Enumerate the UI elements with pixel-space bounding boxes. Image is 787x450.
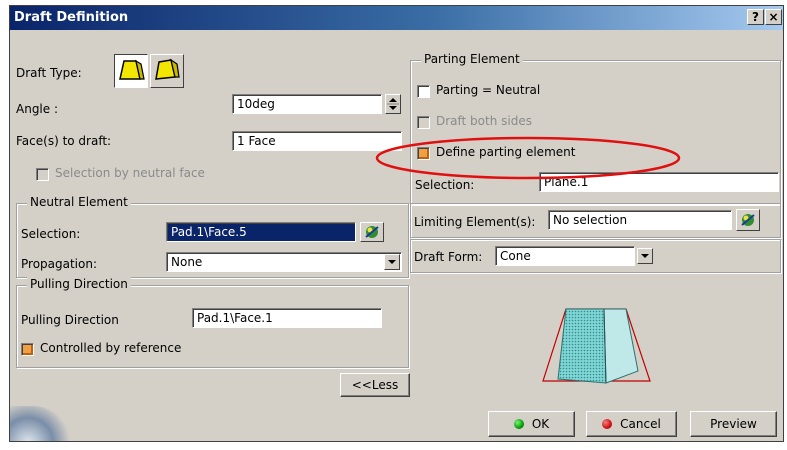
ok-icon: [513, 418, 524, 429]
controlled-by-reference-label: Controlled by reference: [40, 341, 182, 355]
draft-type-variable-button[interactable]: [150, 54, 184, 88]
parting-element-group: Parting Element Parting = Neutral Draft …: [410, 52, 781, 205]
cancel-icon: [602, 418, 613, 429]
propagation-select[interactable]: None: [166, 252, 402, 272]
window-title: Draft Definition: [14, 10, 129, 25]
pulling-direction-field[interactable]: Pad.1\Face.1: [192, 308, 382, 328]
draft-form-select[interactable]: Cone: [495, 246, 635, 266]
selection-by-neutral-face-checkbox[interactable]: [36, 168, 49, 181]
draft-type-label: Draft Type:: [16, 66, 82, 80]
draft-both-sides-label: Draft both sides: [436, 114, 532, 128]
controlled-by-reference-checkbox[interactable]: [21, 343, 34, 356]
draft-definition-dialog: Draft Definition ? × Draft Type: Angle :…: [9, 5, 784, 442]
ok-button[interactable]: OK: [488, 411, 575, 437]
draft-form-dropdown-button[interactable]: [637, 248, 653, 264]
spin-icon: [387, 98, 399, 110]
neutral-element-legend: Neutral Element: [27, 195, 131, 209]
parting-neutral-checkbox[interactable]: [417, 85, 430, 98]
title-bar: Draft Definition ? ×: [10, 6, 783, 30]
angle-label: Angle :: [16, 102, 59, 116]
draft-type-constant-icon: [119, 59, 145, 80]
draft-type-constant-button[interactable]: [114, 54, 148, 88]
feature-picker-icon: [741, 214, 755, 226]
selection-by-neutral-face-label: Selection by neutral face: [55, 166, 205, 180]
draft-form-group: Draft Form: Cone: [410, 239, 781, 273]
less-button[interactable]: <<Less: [340, 373, 410, 397]
pulling-direction-label: Pulling Direction: [21, 313, 119, 327]
limiting-element-group: Limiting Element(s): No selection: [410, 203, 781, 238]
angle-field[interactable]: 10deg: [232, 94, 382, 114]
ok-label: OK: [531, 417, 550, 431]
cancel-button[interactable]: Cancel: [586, 411, 677, 437]
limiting-element-label: Limiting Element(s):: [414, 215, 536, 229]
draft-preview-icon: [542, 308, 651, 384]
draft-type-variable-icon: [155, 58, 180, 80]
propagation-dropdown-button[interactable]: [384, 254, 400, 270]
feature-picker-icon: [365, 226, 379, 238]
help-button[interactable]: ?: [747, 9, 764, 25]
pulling-direction-group: Pulling Direction Pulling Direction Pad.…: [16, 277, 409, 368]
draft-form-label: Draft Form:: [414, 250, 483, 264]
neutral-selection-label: Selection:: [21, 227, 81, 241]
neutral-element-group: Neutral Element Selection: Pad.1\Face.5 …: [16, 195, 409, 278]
draft-both-sides-checkbox[interactable]: [417, 116, 430, 129]
propagation-label: Propagation:: [21, 257, 98, 271]
angle-spinner[interactable]: [385, 94, 401, 114]
neutral-selection-picker-button[interactable]: [360, 222, 384, 242]
cancel-label: Cancel: [620, 417, 661, 431]
close-button[interactable]: ×: [765, 9, 782, 25]
limiting-element-field[interactable]: No selection: [548, 210, 732, 230]
parting-neutral-label: Parting = Neutral: [436, 83, 541, 97]
decorative-corner-graphic: [10, 406, 70, 441]
parting-element-legend: Parting Element: [421, 52, 523, 66]
limiting-element-picker-button[interactable]: [736, 209, 760, 231]
preview-button[interactable]: Preview: [690, 411, 777, 437]
faces-to-draft-label: Face(s) to draft:: [16, 134, 112, 148]
neutral-selection-field[interactable]: Pad.1\Face.5: [166, 222, 356, 242]
highlight-ellipse: [375, 136, 681, 180]
pulling-direction-legend: Pulling Direction: [27, 277, 131, 291]
